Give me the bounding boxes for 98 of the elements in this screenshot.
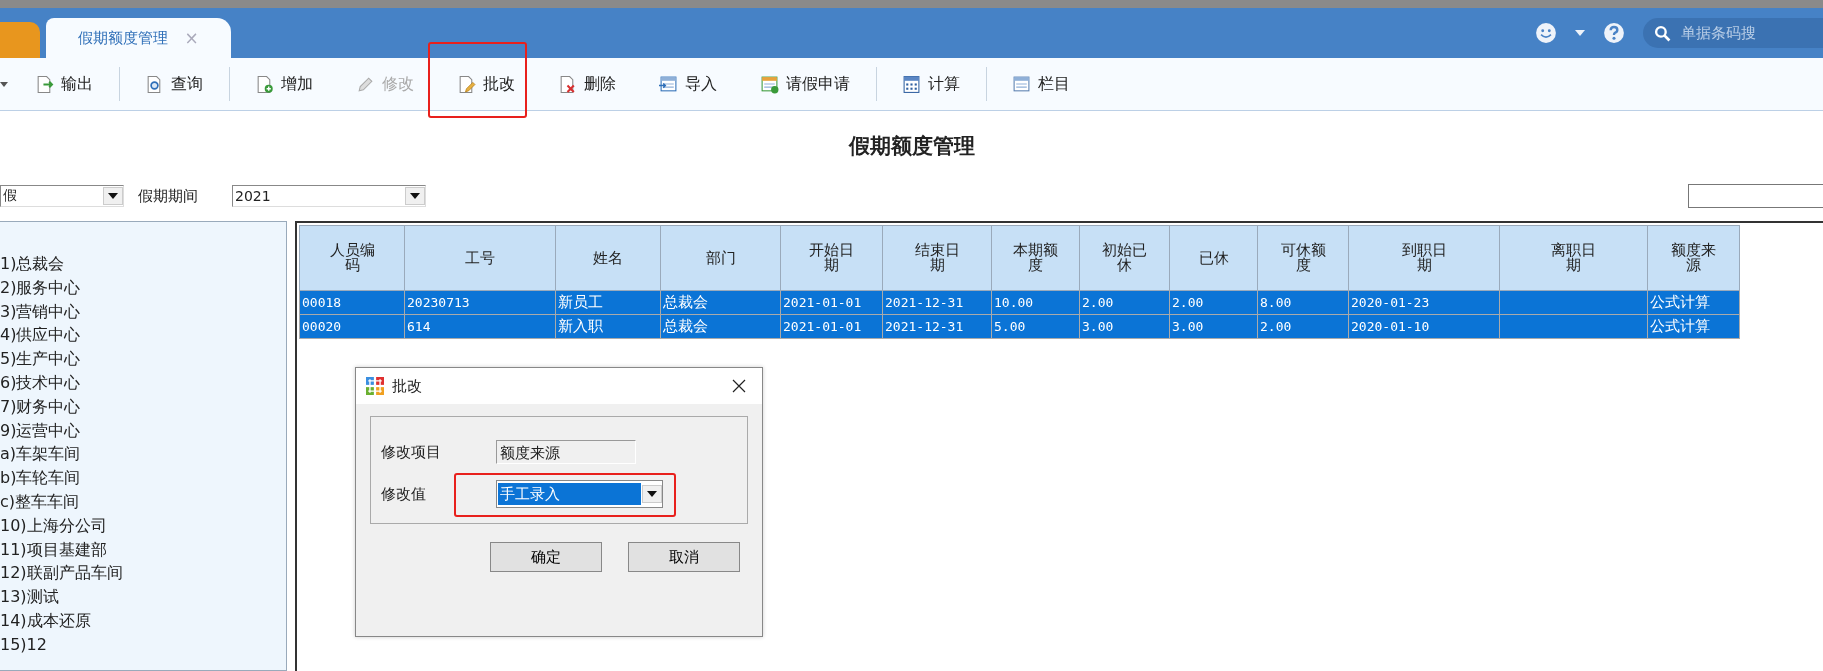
tree-item[interactable]: 10)上海分公司 bbox=[0, 513, 286, 538]
tab-label: 假期额度管理 bbox=[78, 28, 169, 48]
column-header[interactable]: 额度来源 bbox=[1647, 225, 1740, 291]
help-icon[interactable] bbox=[1603, 22, 1625, 44]
table-cell: 2021-12-31 bbox=[882, 314, 992, 339]
toolbar-button[interactable]: 输出 bbox=[25, 69, 103, 99]
toolbar-button[interactable]: 删除 bbox=[548, 69, 626, 99]
app-logo-icon bbox=[366, 377, 384, 395]
tree-item[interactable]: 7)财务中心 bbox=[0, 394, 286, 419]
close-icon[interactable] bbox=[732, 379, 746, 393]
table-cell: 8.00 bbox=[1257, 290, 1349, 315]
column-header[interactable]: 到职日期 bbox=[1348, 225, 1500, 291]
toolbar-button[interactable]: 增加 bbox=[245, 69, 323, 99]
calculator-icon bbox=[902, 74, 921, 94]
dialog-button[interactable]: 取消 bbox=[628, 542, 740, 572]
table-cell: 3.00 bbox=[1169, 314, 1258, 339]
table-cell: 20230713 bbox=[404, 290, 556, 315]
table-cell: 2021-12-31 bbox=[882, 290, 992, 315]
page-title: 假期额度管理 bbox=[848, 132, 975, 160]
table-cell: 2020-01-23 bbox=[1348, 290, 1500, 315]
document-pencil-icon bbox=[457, 74, 476, 94]
table-icon bbox=[1012, 74, 1031, 94]
field-label: 修改项目 bbox=[381, 442, 442, 462]
table-cell: 2021-01-01 bbox=[780, 290, 883, 315]
tree-item[interactable]: a)车架车间 bbox=[0, 442, 286, 467]
tree-item[interactable]: c)整车车间 bbox=[0, 489, 286, 514]
tree-item[interactable]: 1)总裁会 bbox=[0, 252, 286, 276]
column-header[interactable]: 已休 bbox=[1169, 225, 1258, 291]
tree-item[interactable]: 11)项目基建部 bbox=[0, 537, 286, 562]
tree-item[interactable]: 4)供应中心 bbox=[0, 323, 286, 348]
table-icon bbox=[760, 74, 779, 94]
caret-icon[interactable] bbox=[0, 81, 8, 87]
search-icon bbox=[1654, 25, 1671, 42]
column-header[interactable]: 离职日期 bbox=[1499, 225, 1648, 291]
dialog-button[interactable]: 确定 bbox=[490, 542, 602, 572]
table-cell: 614 bbox=[404, 314, 556, 339]
tree-item[interactable]: 3)营销中心 bbox=[0, 299, 286, 324]
tree-item[interactable]: 12)联副产品车间 bbox=[0, 561, 286, 586]
table-row[interactable]: 00018 20230713 新员工 总裁会 2021-01-01 2021-12-31 10.00 2.00 2.00 8.00 2020-01-23 公式计算 bbox=[299, 290, 1740, 315]
smiley-icon[interactable] bbox=[1535, 22, 1557, 44]
toolbar-button[interactable]: 栏目 bbox=[1002, 69, 1080, 99]
dialog-title: 批改 bbox=[392, 376, 422, 396]
table-cell: 新入职 bbox=[555, 314, 661, 339]
table-cell: 2.00 bbox=[1079, 290, 1170, 315]
column-header[interactable]: 初始已休 bbox=[1079, 225, 1170, 291]
table-row[interactable]: 00020 614 新入职 总裁会 2021-01-01 2021-12-31 5.00 3.00 3.00 2.00 2020-01-10 公式计算 bbox=[299, 314, 1740, 339]
tree-item[interactable]: b)车轮车间 bbox=[0, 466, 286, 490]
column-header[interactable]: 人员编码 bbox=[299, 225, 405, 291]
tree-item[interactable]: 5)生产中心 bbox=[0, 347, 286, 371]
table-cell: 新员工 bbox=[555, 290, 661, 315]
dropdown-icon[interactable] bbox=[405, 187, 425, 205]
dropdown-icon[interactable] bbox=[103, 187, 123, 205]
column-header[interactable]: 可休额度 bbox=[1257, 225, 1349, 291]
toolbar-button[interactable]: 批改 bbox=[447, 69, 525, 99]
toolbar-button[interactable]: 计算 bbox=[892, 69, 970, 99]
value-combo[interactable]: 手工录入 bbox=[496, 480, 663, 508]
document-plus-icon bbox=[255, 74, 274, 94]
period-combo[interactable]: 2021 bbox=[232, 185, 426, 207]
table-cell: 总裁会 bbox=[660, 290, 781, 315]
column-header[interactable]: 结束日期 bbox=[882, 225, 992, 291]
table-cell: 公式计算 bbox=[1647, 290, 1740, 315]
toolbar-button[interactable]: 请假申请 bbox=[750, 69, 860, 99]
table-cell: 2021-01-01 bbox=[780, 314, 883, 339]
pencil-icon bbox=[356, 74, 375, 94]
table-cell: 2.00 bbox=[1257, 314, 1349, 339]
table-cell: 00018 bbox=[299, 290, 405, 315]
column-header[interactable]: 开始日期 bbox=[780, 225, 883, 291]
search-field[interactable]: 单据条码搜 bbox=[1643, 18, 1823, 48]
dropdown-icon[interactable] bbox=[642, 485, 662, 503]
document-x-icon bbox=[558, 74, 577, 94]
table-cell: 2.00 bbox=[1169, 290, 1258, 315]
column-header[interactable]: 部门 bbox=[660, 225, 781, 291]
tree-item[interactable]: 9)运营中心 bbox=[0, 418, 286, 443]
input-field[interactable] bbox=[1688, 184, 1823, 208]
table-cell: 5.00 bbox=[991, 314, 1080, 339]
document-arrow-icon bbox=[35, 74, 54, 94]
caret-icon[interactable] bbox=[1575, 30, 1585, 36]
table-cell: 公式计算 bbox=[1647, 314, 1740, 339]
toolbar-button[interactable]: 查询 bbox=[135, 69, 213, 99]
table-cell: 3.00 bbox=[1079, 314, 1170, 339]
period-label: 假期期间 bbox=[138, 186, 198, 206]
table-cell: 总裁会 bbox=[660, 314, 781, 339]
column-header[interactable]: 姓名 bbox=[555, 225, 661, 291]
table-cell: 10.00 bbox=[991, 290, 1080, 315]
tree-item[interactable]: 14)成本还原 bbox=[0, 608, 286, 633]
table-cell: 00020 bbox=[299, 314, 405, 339]
column-header[interactable]: 本期额度 bbox=[991, 225, 1080, 291]
type-combo[interactable]: 假 bbox=[0, 185, 124, 207]
readonly-field: 额度来源 bbox=[496, 440, 636, 464]
tree-item[interactable]: 15)12 bbox=[0, 632, 286, 657]
tree-item[interactable]: 6)技术中心 bbox=[0, 371, 286, 395]
column-header[interactable]: 工号 bbox=[404, 225, 556, 291]
tree-item[interactable]: 2)服务中心 bbox=[0, 275, 286, 300]
tree-item[interactable]: 13)测试 bbox=[0, 585, 286, 609]
field-label: 修改值 bbox=[381, 484, 427, 504]
toolbar-button[interactable]: 导入 bbox=[649, 69, 727, 99]
table-cell: 2020-01-10 bbox=[1348, 314, 1500, 339]
document-tab[interactable]: 假期额度管理 × bbox=[46, 18, 231, 58]
